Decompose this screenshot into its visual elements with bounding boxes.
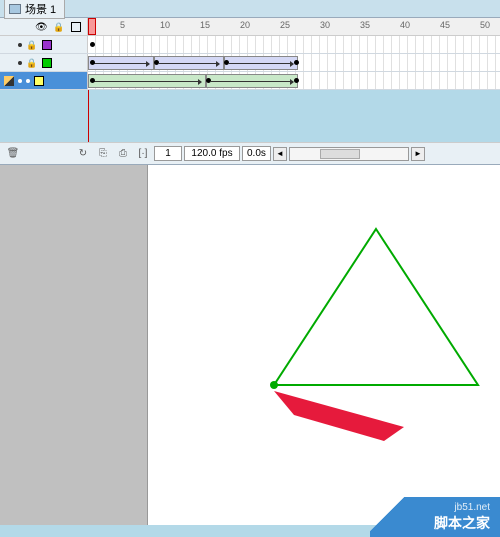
scroll-thumb[interactable] (320, 149, 360, 159)
timeline-ruler-row: 5 10 15 20 25 30 35 40 45 50 (0, 18, 500, 36)
layer-cell (0, 36, 88, 53)
layer-lock-icon[interactable] (26, 57, 38, 69)
layer-visible-dot[interactable] (18, 79, 22, 83)
layer-frames[interactable] (88, 36, 500, 53)
timeline-status-bar: 🗑 ↻ ⎘ ⎙ [·] 1 120.0 fps 0.0s ◄ ► (0, 142, 500, 164)
layer-frames[interactable] (88, 72, 500, 89)
trash-icon[interactable]: 🗑 (4, 145, 22, 163)
loop-icon[interactable]: ↻ (74, 145, 92, 163)
scroll-left-button[interactable]: ◄ (273, 147, 287, 161)
triangle-shape[interactable] (268, 225, 488, 395)
layer-header (0, 18, 88, 35)
layer-row-3[interactable] (0, 72, 500, 90)
elapsed-time-field: 0.0s (242, 146, 271, 161)
layer-frames[interactable] (88, 54, 500, 71)
outline-icon[interactable] (71, 22, 81, 32)
layer-visible-dot[interactable] (18, 43, 22, 47)
keyframe[interactable] (154, 60, 159, 65)
scroll-track[interactable] (289, 147, 409, 161)
shape-tween[interactable] (88, 74, 206, 88)
keyframe[interactable] (90, 78, 95, 83)
shape-tween[interactable] (206, 74, 298, 88)
keyframe[interactable] (294, 60, 299, 65)
canvas-area (0, 165, 500, 525)
timeline-panel: 5 10 15 20 25 30 35 40 45 50 (0, 18, 500, 165)
watermark-url: jb51.net (454, 502, 490, 513)
layer-row-2[interactable] (0, 54, 500, 72)
tick: 30 (320, 20, 330, 30)
tick: 5 (120, 20, 125, 30)
layer-lock-dot[interactable] (26, 79, 30, 83)
layer-visible-dot[interactable] (18, 61, 22, 65)
timeline-empty-area (0, 90, 500, 142)
visibility-icon[interactable] (35, 21, 47, 33)
tick: 25 (280, 20, 290, 30)
playhead[interactable] (88, 18, 96, 35)
layer-cell (0, 72, 88, 89)
pen-tool-cursor (266, 383, 416, 463)
scene-icon (9, 4, 21, 14)
layer-lock-icon[interactable] (26, 39, 38, 51)
frame-ruler[interactable]: 5 10 15 20 25 30 35 40 45 50 (88, 18, 500, 35)
scroll-right-button[interactable]: ► (411, 147, 425, 161)
pasteboard (0, 165, 148, 525)
scene-tab-bar: 场景 1 (0, 0, 500, 18)
timeline-scrollbar: ◄ ► (273, 147, 425, 161)
fps-field[interactable]: 120.0 fps (184, 146, 240, 161)
scene-label: 场景 1 (25, 1, 56, 17)
lock-icon[interactable] (53, 21, 65, 33)
tick: 45 (440, 20, 450, 30)
onion-skin-icon[interactable]: ⎘ (94, 145, 112, 163)
layer-cell (0, 54, 88, 71)
keyframe[interactable] (224, 60, 229, 65)
layer-row-1[interactable] (0, 36, 500, 54)
playhead-line (88, 90, 89, 142)
tick: 10 (160, 20, 170, 30)
keyframe[interactable] (90, 60, 95, 65)
layer-color-swatch[interactable] (34, 76, 44, 86)
stage[interactable] (148, 165, 500, 525)
onion-skin-outline-icon[interactable]: ⎙ (114, 145, 132, 163)
keyframe[interactable] (90, 42, 95, 47)
pencil-icon (4, 76, 14, 86)
motion-tween[interactable] (154, 56, 224, 70)
tick: 35 (360, 20, 370, 30)
edit-markers-icon[interactable]: [·] (134, 145, 152, 163)
motion-tween[interactable] (88, 56, 154, 70)
keyframe[interactable] (294, 78, 299, 83)
layer-color-swatch[interactable] (42, 58, 52, 68)
scene-tab[interactable]: 场景 1 (4, 0, 65, 19)
current-frame-field[interactable]: 1 (154, 146, 182, 161)
tick: 20 (240, 20, 250, 30)
layer-color-swatch[interactable] (42, 40, 52, 50)
watermark-text: 脚本之家 (434, 513, 490, 533)
tick: 15 (200, 20, 210, 30)
keyframe[interactable] (206, 78, 211, 83)
motion-tween[interactable] (224, 56, 298, 70)
tick: 50 (480, 20, 490, 30)
tick: 40 (400, 20, 410, 30)
